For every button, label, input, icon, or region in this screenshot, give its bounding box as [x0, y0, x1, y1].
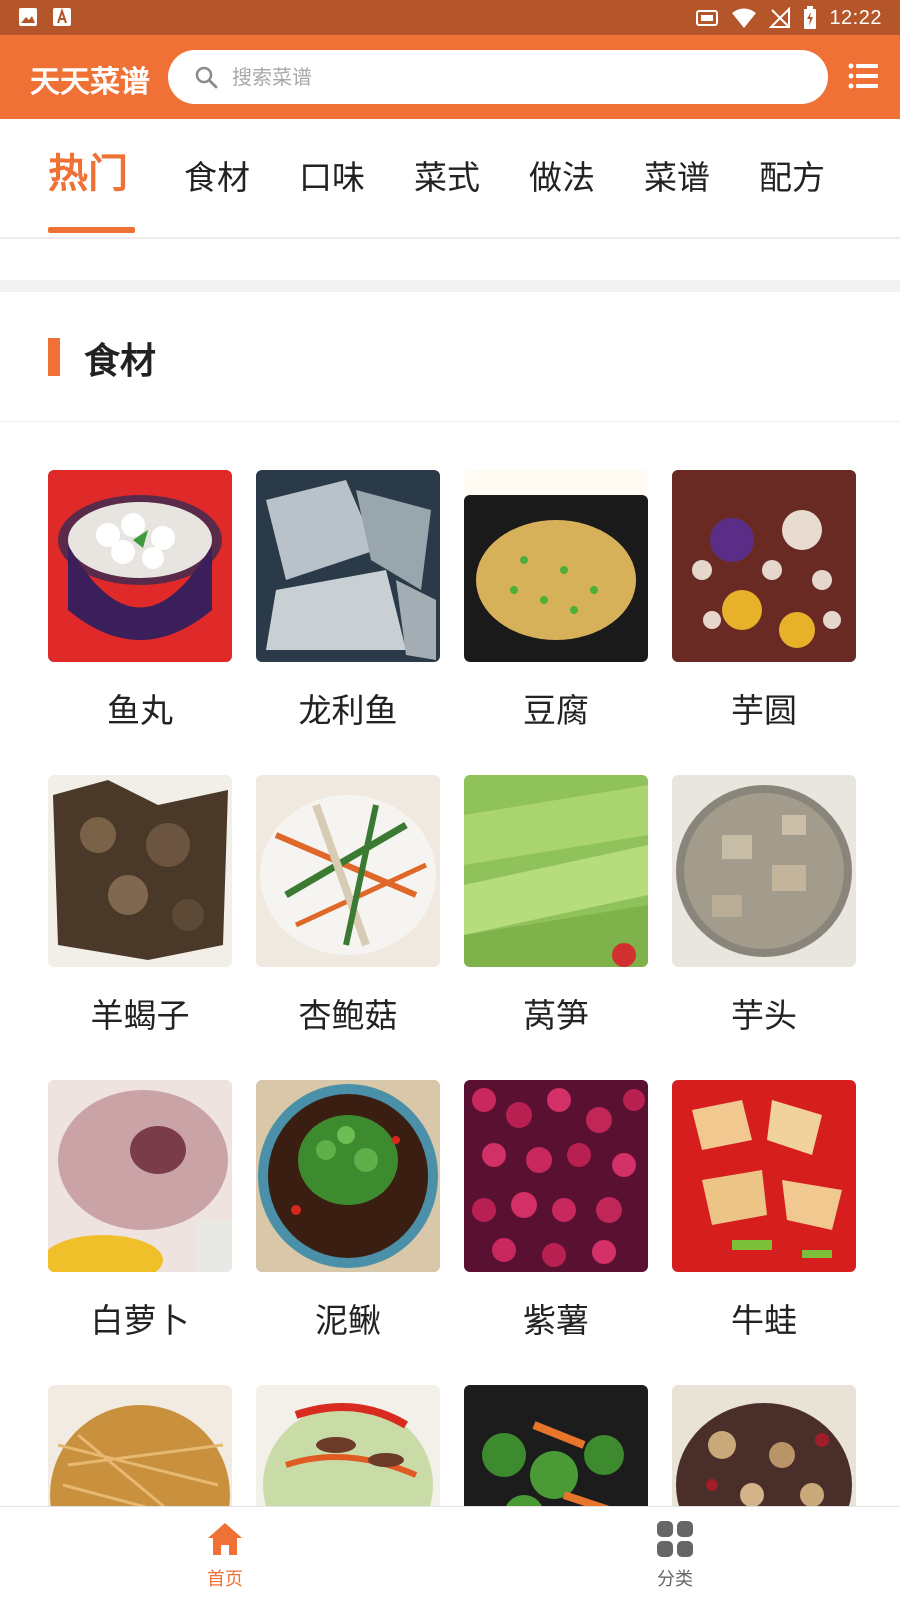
ingredient-photo [672, 470, 856, 662]
search-input[interactable] [232, 59, 792, 95]
ingredient-label: 羊蝎子 [90, 996, 190, 1035]
ingredient-photo [256, 470, 440, 662]
status-bar: 12:22 [0, 0, 900, 35]
ingredient-label: 豆腐 [523, 691, 589, 730]
ingredient-item[interactable]: 芋头 [672, 775, 856, 1037]
image-icon [19, 8, 37, 26]
ingredient-photo [48, 1080, 232, 1272]
ingredient-photo [464, 470, 648, 662]
section-header: 食材 [0, 292, 900, 422]
category-tab-bar: 热门 食材 口味 菜式 做法 菜谱 配方 [0, 119, 900, 239]
tab-dish-style[interactable]: 菜式 [414, 153, 480, 203]
ingredient-item[interactable]: 鱼丸 [48, 470, 232, 732]
nav-home-label: 首页 [207, 1569, 243, 1590]
ingredient-item[interactable]: 白萝卜 [48, 1080, 232, 1342]
ingredient-photo [672, 775, 856, 967]
ingredient-photo [48, 775, 232, 967]
wifi-icon [732, 8, 757, 28]
search-box[interactable] [168, 50, 828, 104]
ingredient-item[interactable]: 紫薯 [464, 1080, 648, 1342]
ingredient-label: 鱼丸 [107, 691, 173, 730]
ingredient-label: 龙利鱼 [298, 691, 398, 730]
ingredient-item[interactable]: 龙利鱼 [256, 470, 440, 732]
hamburger-menu-icon[interactable] [848, 63, 878, 89]
app-header: 天天菜谱 [0, 35, 900, 119]
ingredient-photo [256, 1080, 440, 1272]
ingredient-label: 紫薯 [523, 1301, 589, 1340]
ingredient-item[interactable]: 牛蛙 [672, 1080, 856, 1342]
ingredient-item[interactable]: 芋圆 [672, 470, 856, 732]
ingredient-label: 芋头 [731, 996, 797, 1035]
ingredient-photo [672, 1080, 856, 1272]
ingredient-photo [256, 775, 440, 967]
ingredient-item[interactable]: 杏鲍菇 [256, 775, 440, 1037]
ingredient-photo [464, 775, 648, 967]
ingredient-photo [464, 1080, 648, 1272]
tab-ingredients[interactable]: 食材 [184, 153, 250, 203]
tab-formula[interactable]: 配方 [759, 153, 825, 203]
ingredient-photo [48, 470, 232, 662]
tab-method[interactable]: 做法 [529, 153, 595, 203]
ingredient-item[interactable]: 泥鳅 [256, 1080, 440, 1342]
ingredient-item[interactable]: 莴笋 [464, 775, 648, 1037]
no-signal-icon [769, 7, 791, 28]
ingredient-item[interactable]: 豆腐 [464, 470, 648, 732]
ingredient-label: 莴笋 [523, 996, 589, 1035]
search-icon [195, 66, 218, 89]
section-title: 食材 [84, 341, 157, 382]
nav-category-label: 分类 [657, 1569, 693, 1590]
cast-icon [696, 10, 719, 26]
active-tab-indicator [48, 227, 135, 233]
tab-flavor[interactable]: 口味 [299, 153, 365, 203]
section-accent-bar [48, 338, 60, 376]
ingredient-label: 泥鳅 [315, 1301, 381, 1340]
ingredient-label: 牛蛙 [731, 1301, 797, 1340]
bottom-navigation: 首页 分类 [0, 1506, 900, 1600]
app-title: 天天菜谱 [30, 65, 150, 100]
battery-icon [804, 6, 817, 29]
ingredient-item[interactable]: 羊蝎子 [48, 775, 232, 1037]
tab-hot[interactable]: 热门 [48, 149, 128, 199]
tab-recipes[interactable]: 菜谱 [644, 153, 710, 203]
status-time: 12:22 [829, 6, 882, 29]
ingredient-label: 芋圆 [731, 691, 797, 730]
nav-home[interactable]: 首页 [165, 1507, 285, 1600]
home-icon [208, 1523, 242, 1555]
ingredient-label: 杏鲍菇 [298, 996, 398, 1035]
a-font-icon [53, 7, 71, 26]
nav-category[interactable]: 分类 [615, 1507, 735, 1600]
section-divider [0, 280, 900, 292]
grid-icon [657, 1521, 693, 1557]
ingredient-label: 白萝卜 [90, 1301, 190, 1340]
